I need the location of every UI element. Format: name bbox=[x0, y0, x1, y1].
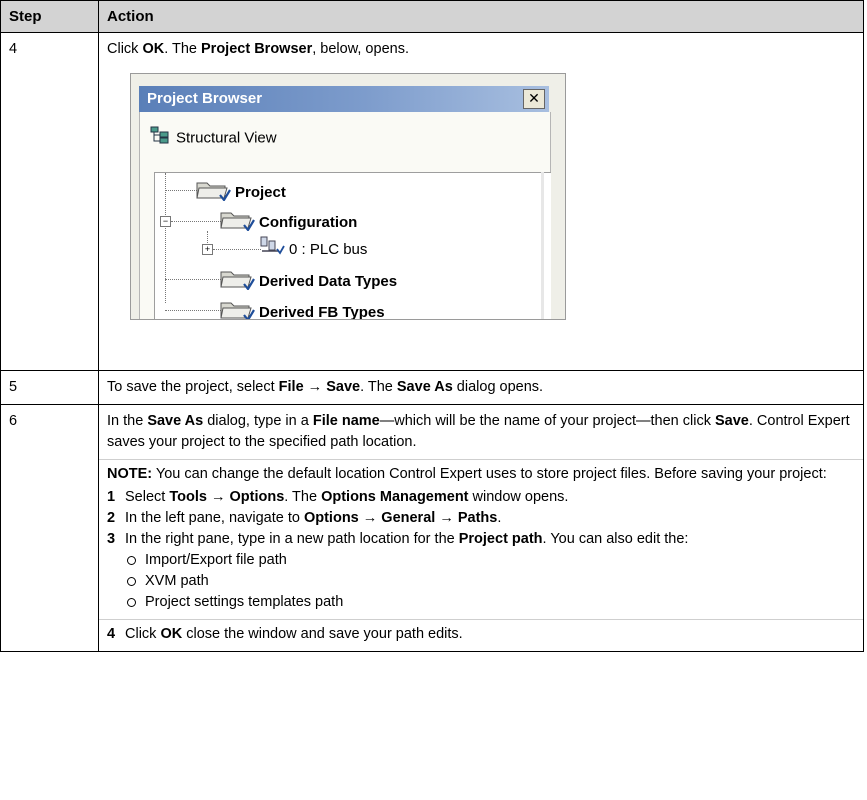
tree-item-derived-data-types[interactable]: Derived Data Types bbox=[219, 266, 397, 291]
list-item: Import/Export file path bbox=[125, 550, 855, 571]
structural-view-header: Structural View bbox=[150, 126, 277, 148]
table-row: 5 To save the project, select File → Sav… bbox=[0, 370, 864, 405]
divider bbox=[99, 619, 863, 620]
sub-step: 1 Select Tools → Options. The Options Ma… bbox=[107, 489, 569, 505]
step-action: To save the project, select File → Save.… bbox=[98, 370, 864, 405]
tree-line bbox=[165, 173, 166, 303]
step-number: 6 bbox=[0, 404, 99, 652]
list-item: Project settings templates path bbox=[125, 592, 855, 613]
folder-icon bbox=[195, 177, 231, 209]
tree-line bbox=[165, 279, 221, 280]
step-text: Click OK. The Project Browser, below, op… bbox=[107, 41, 409, 57]
tree-item-derived-fb-types[interactable]: Derived FB Types bbox=[219, 297, 385, 319]
header-action: Action bbox=[98, 0, 864, 33]
project-tree: − + Project Configuration 0: PLC bus De… bbox=[154, 172, 551, 319]
plc-bus-icon bbox=[259, 235, 285, 265]
expand-icon[interactable]: + bbox=[202, 244, 213, 255]
table-row: 6 In the Save As dialog, type in a File … bbox=[0, 404, 864, 652]
folder-icon bbox=[219, 207, 255, 239]
sub-steps: 1 Select Tools → Options. The Options Ma… bbox=[99, 487, 863, 645]
note-paragraph: NOTE: You can change the default locatio… bbox=[107, 466, 827, 482]
sub-step: 3 In the right pane, type in a new path … bbox=[99, 529, 863, 620]
table-header-row: Step Action bbox=[0, 0, 864, 33]
project-browser-title: Project Browser bbox=[147, 90, 263, 107]
folder-icon bbox=[219, 297, 255, 319]
step-action: In the Save As dialog, type in a File na… bbox=[98, 404, 864, 652]
list-item: XVM path bbox=[125, 571, 855, 592]
step-number: 4 bbox=[0, 32, 99, 371]
note-label: NOTE: bbox=[107, 466, 153, 482]
structural-view-label: Structural View bbox=[176, 129, 277, 147]
close-icon: ✕ bbox=[523, 89, 545, 109]
tree-scrollbar[interactable] bbox=[541, 172, 544, 319]
sub-step: 2 In the left pane, navigate to Options … bbox=[107, 510, 502, 526]
structural-view-icon bbox=[150, 126, 170, 151]
tree-item-configuration[interactable]: Configuration bbox=[219, 207, 357, 232]
divider bbox=[99, 459, 863, 460]
tree-line bbox=[213, 249, 261, 250]
header-step: Step bbox=[0, 0, 99, 33]
path-options-list: Import/Export file path XVM path Project… bbox=[125, 550, 855, 613]
procedure-table: Step Action 4 Click OK. The Project Brow… bbox=[0, 0, 864, 652]
table-row: 4 Click OK. The Project Browser, below, … bbox=[0, 32, 864, 371]
tree-line bbox=[171, 221, 221, 222]
tree-item-project[interactable]: Project bbox=[195, 177, 286, 202]
step-paragraph: In the Save As dialog, type in a File na… bbox=[107, 413, 850, 450]
step-action: Click OK. The Project Browser, below, op… bbox=[98, 32, 864, 371]
tree-item-plc-bus[interactable]: 0 : PLC bus bbox=[259, 235, 367, 259]
step-number: 5 bbox=[0, 370, 99, 405]
tree-line bbox=[165, 310, 221, 311]
sub-step: 4 Click OK close the window and save you… bbox=[107, 626, 463, 642]
collapse-icon[interactable]: − bbox=[160, 216, 171, 227]
folder-icon bbox=[219, 266, 255, 298]
tree-line bbox=[165, 190, 197, 191]
project-browser-titlebar: Project Browser ✕ bbox=[139, 86, 549, 112]
project-browser-screenshot: Project Browser ✕ Structural View − + Pr… bbox=[130, 73, 566, 320]
project-browser-body: Structural View − + Project Configuratio… bbox=[139, 112, 551, 319]
